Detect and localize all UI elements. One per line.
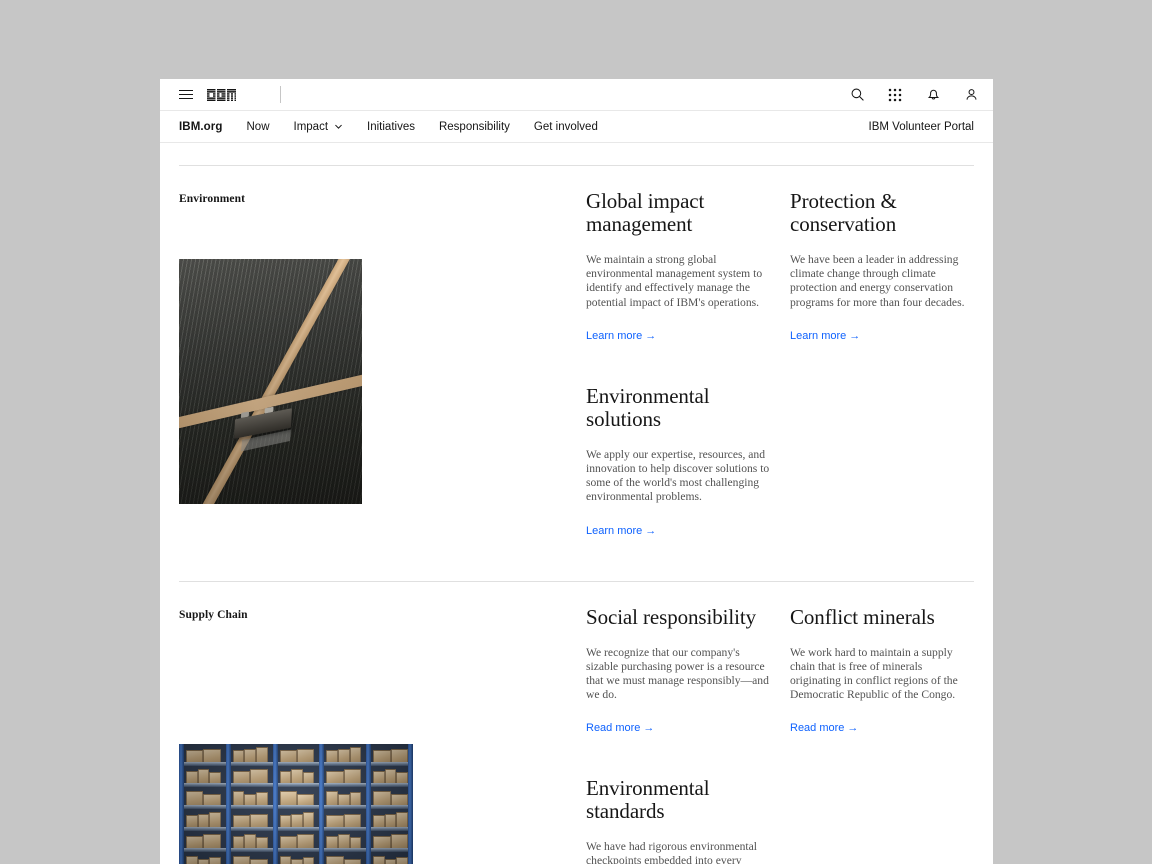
nav-item-responsibility[interactable]: Responsibility: [439, 121, 510, 133]
card-title: Environmental standards: [586, 777, 772, 823]
card-protection-conservation: Protection & conservation We have been a…: [790, 166, 993, 344]
environment-media-column: Environment: [179, 166, 586, 539]
warehouse-image: [179, 744, 413, 864]
arrow-right-icon: →: [847, 722, 858, 734]
arrow-right-icon: →: [645, 330, 656, 342]
learn-more-link[interactable]: Learn more→: [586, 330, 656, 342]
hamburger-menu-icon[interactable]: [170, 79, 202, 110]
ibm-volunteer-portal-link[interactable]: IBM Volunteer Portal: [869, 121, 974, 133]
card-title: Environmental solutions: [586, 385, 772, 431]
search-icon[interactable]: [849, 87, 865, 103]
nav-item-initiatives[interactable]: Initiatives: [367, 121, 415, 133]
card-body: We maintain a strong global environmenta…: [586, 253, 772, 310]
ibm-logo[interactable]: [207, 89, 236, 101]
link-label: Learn more: [586, 525, 642, 537]
app-grid-icon[interactable]: [887, 87, 903, 103]
card-body: We have had rigorous environmental check…: [586, 840, 772, 864]
nav-item-now[interactable]: Now: [247, 121, 270, 133]
nav-item-label: Now: [247, 121, 270, 133]
link-label: Read more: [586, 722, 640, 734]
ibm-masthead: [160, 79, 993, 111]
card-body: We apply our expertise, resources, and i…: [586, 448, 772, 505]
section-label-supply-chain: Supply Chain: [179, 582, 586, 621]
nav-item-label: Initiatives: [367, 121, 415, 133]
link-label: Learn more: [790, 330, 846, 342]
masthead-divider: [280, 86, 281, 103]
card-body: We work hard to maintain a supply chain …: [790, 646, 975, 703]
link-label: Read more: [790, 722, 844, 734]
nav-brand-ibmorg[interactable]: IBM.org: [179, 121, 223, 133]
page-content: Environment Global impact management We …: [160, 165, 993, 864]
nav-item-label: Impact: [294, 121, 329, 133]
secondary-navigation: IBM.org Now Impact Initiatives Responsib…: [160, 111, 993, 143]
nav-item-impact[interactable]: Impact: [294, 121, 344, 133]
learn-more-link[interactable]: Learn more→: [790, 330, 860, 342]
section-supply-chain: Supply Chain Social responsibility We re…: [179, 582, 974, 864]
chevron-down-icon: [334, 122, 343, 131]
nav-item-label: Get involved: [534, 121, 598, 133]
masthead-actions: [849, 79, 979, 110]
card-title: Protection & conservation: [790, 190, 975, 236]
card-body: We recognize that our company's sizable …: [586, 646, 772, 703]
browser-viewport: IBM.org Now Impact Initiatives Responsib…: [160, 79, 993, 864]
arrow-right-icon: →: [645, 525, 656, 537]
card-title: Social responsibility: [586, 606, 772, 629]
supply-chain-column-2: Conflict minerals We work hard to mainta…: [790, 582, 993, 864]
section-environment: Environment Global impact management We …: [179, 166, 974, 539]
nav-item-get-involved[interactable]: Get involved: [534, 121, 598, 133]
read-more-link[interactable]: Read more→: [586, 722, 654, 734]
environment-column-2: Protection & conservation We have been a…: [790, 166, 993, 539]
card-environmental-solutions: Environmental solutions We apply our exp…: [586, 344, 790, 539]
card-global-impact-management: Global impact management We maintain a s…: [586, 166, 790, 344]
solar-farm-image: [179, 259, 362, 504]
card-title: Conflict minerals: [790, 606, 975, 629]
card-body: We have been a leader in addressing clim…: [790, 253, 975, 310]
environment-column-1: Global impact management We maintain a s…: [586, 166, 790, 539]
section-label-environment: Environment: [179, 166, 586, 205]
user-profile-icon[interactable]: [963, 87, 979, 103]
card-title: Global impact management: [586, 190, 772, 236]
nav-item-label: Responsibility: [439, 121, 510, 133]
link-label: Learn more: [586, 330, 642, 342]
nav-items: Now Impact Initiatives Responsibility Ge…: [247, 121, 598, 133]
arrow-right-icon: →: [849, 330, 860, 342]
masthead-left: [160, 79, 281, 110]
supply-chain-media-column: Supply Chain: [179, 582, 586, 864]
card-environmental-standards: Environmental standards We have had rigo…: [586, 736, 790, 864]
read-more-link[interactable]: Read more→: [790, 722, 858, 734]
supply-chain-column-1: Social responsibility We recognize that …: [586, 582, 790, 864]
arrow-right-icon: →: [643, 722, 654, 734]
notification-bell-icon[interactable]: [925, 87, 941, 103]
card-conflict-minerals: Conflict minerals We work hard to mainta…: [790, 582, 993, 737]
learn-more-link[interactable]: Learn more→: [586, 525, 656, 537]
card-social-responsibility: Social responsibility We recognize that …: [586, 582, 790, 737]
